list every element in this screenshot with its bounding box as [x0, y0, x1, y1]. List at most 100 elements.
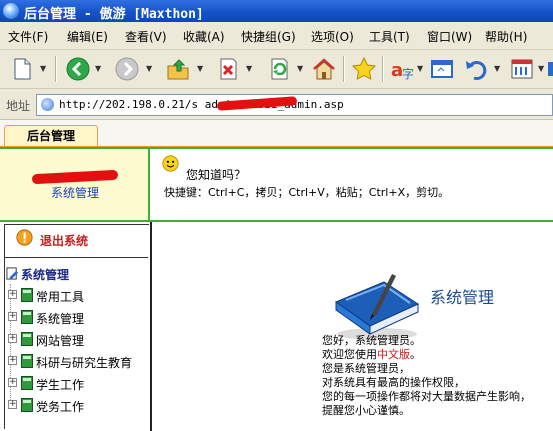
book-icon — [21, 332, 33, 346]
main-content: 系统管理 您好，系统管理员。 欢迎您使用中文版。 您是系统管理员， 对系统具有最… — [152, 222, 553, 431]
chevron-down-icon[interactable]: ▼ — [146, 64, 152, 73]
menu-help[interactable]: 帮助(H) — [485, 28, 527, 45]
expand-icon[interactable]: + — [8, 312, 17, 321]
chevron-down-icon[interactable]: ▼ — [297, 64, 303, 73]
chevron-down-icon[interactable]: ▼ — [40, 64, 46, 73]
tree-root-label[interactable]: 系统管理 — [21, 266, 69, 283]
warning-icon — [16, 229, 33, 246]
tab-strip: 后台管理 — [0, 120, 553, 148]
title-bar: 后台管理 - 傲游 [Maxthon] — [0, 0, 553, 22]
stop-icon — [220, 58, 237, 80]
menu-groups[interactable]: 快捷组(G) — [241, 28, 296, 45]
chevron-down-icon[interactable]: ▼ — [417, 64, 423, 73]
expand-icon[interactable]: + — [8, 334, 17, 343]
menu-tools[interactable]: 工具(T) — [369, 28, 410, 45]
address-label: 地址 — [6, 99, 31, 113]
star-icon — [351, 56, 377, 80]
expand-icon[interactable]: + — [8, 400, 17, 409]
sidebar: 退出系统 系统管理 + 常用工具 + 系统管理 + 网站管理 + 科研与研究生教… — [0, 222, 152, 431]
logo-text: 系统管理 — [50, 186, 99, 200]
translate-button[interactable]: a字 — [388, 55, 416, 83]
tip-text: 快捷键：Ctrl+C，拷贝；Ctrl+V，粘贴；Ctrl+X，剪切。 — [164, 186, 450, 199]
redaction-mark — [31, 169, 119, 185]
toolbar-divider — [55, 56, 57, 82]
expand-icon[interactable]: + — [8, 290, 17, 299]
tools-button[interactable] — [508, 55, 536, 83]
up-folder-icon — [167, 59, 189, 80]
forward-button[interactable] — [113, 55, 141, 83]
version-highlight: 中文版 — [377, 348, 410, 361]
tip-title: 您知道吗？ — [186, 168, 247, 182]
window-icon — [431, 60, 453, 78]
forward-arrow-icon — [115, 57, 139, 81]
book-icon — [21, 354, 33, 368]
logo-cell: 系统管理 — [0, 149, 150, 220]
chevron-down-icon[interactable]: ▼ — [197, 64, 203, 73]
sidebar-item-label[interactable]: 党务工作 — [36, 398, 84, 415]
sidebar-item-label[interactable]: 科研与研究生教育 — [36, 354, 132, 371]
welcome-prefix: 欢迎您使用 — [322, 348, 377, 361]
logout-label[interactable]: 退出系统 — [40, 232, 88, 249]
main-title: 系统管理 — [430, 288, 495, 307]
tab-admin[interactable]: 后台管理 — [4, 125, 98, 146]
undo-button[interactable] — [462, 55, 490, 83]
book-icon — [21, 310, 33, 324]
welcome-suffix: 。 — [410, 348, 421, 361]
new-page-icon — [14, 58, 31, 80]
menu-edit[interactable]: 编辑(E) — [67, 28, 108, 45]
welcome-line: 您是系统管理员， — [322, 362, 410, 375]
undo-icon — [466, 61, 487, 80]
sidebar-item-label[interactable]: 网站管理 — [36, 332, 84, 349]
divider — [4, 257, 148, 258]
book-icon — [21, 398, 33, 412]
page-header: 系统管理 您知道吗？ 快捷键：Ctrl+C，拷贝；Ctrl+V，粘贴；Ctrl+… — [0, 147, 553, 222]
sidebar-item-label[interactable]: 系统管理 — [36, 310, 84, 327]
toolbar-divider — [382, 56, 384, 82]
chevron-down-icon[interactable]: ▼ — [494, 64, 500, 73]
welcome-text: 您好，系统管理员。 欢迎您使用中文版。 您是系统管理员， 对系统具有最高的操作权… — [322, 334, 531, 418]
smiley-icon — [162, 155, 179, 172]
address-url[interactable]: http://202.198.0.21/s admin/baozi_admin.… — [59, 98, 344, 111]
toolbar-divider — [343, 56, 345, 82]
window-button[interactable] — [428, 55, 456, 83]
refresh-button[interactable] — [265, 55, 293, 83]
menu-favorites[interactable]: 收藏(A) — [183, 28, 225, 45]
window-title: 后台管理 - 傲游 [Maxthon] — [24, 7, 204, 22]
expand-icon[interactable]: + — [8, 356, 17, 365]
stop-button[interactable] — [214, 55, 242, 83]
chevron-down-icon[interactable]: ▼ — [95, 64, 101, 73]
menu-window[interactable]: 窗口(W) — [427, 28, 472, 45]
favorites-button[interactable] — [350, 55, 378, 83]
menu-view[interactable]: 查看(V) — [125, 28, 167, 45]
home-button[interactable] — [310, 55, 338, 83]
expand-icon[interactable]: + — [8, 378, 17, 387]
menu-options[interactable]: 选项(O) — [311, 28, 354, 45]
page-icon — [41, 98, 54, 111]
address-input[interactable]: http://202.198.0.21/s admin/baozi_admin.… — [36, 94, 553, 116]
sidebar-item-label[interactable]: 常用工具 — [36, 288, 84, 305]
refresh-icon — [271, 58, 288, 80]
edit-doc-icon — [6, 267, 19, 280]
chevron-down-icon[interactable]: ▼ — [538, 64, 544, 73]
sidebar-item-label[interactable]: 学生工作 — [36, 376, 84, 393]
welcome-line: 对系统具有最高的操作权限， — [322, 376, 465, 389]
book-icon — [21, 288, 33, 302]
welcome-line: 您好，系统管理员。 — [322, 334, 421, 347]
back-button[interactable] — [64, 55, 92, 83]
svg-text:字: 字 — [402, 66, 414, 81]
more-icon — [548, 62, 553, 76]
up-folder-button[interactable] — [164, 55, 192, 83]
address-bar: 地址 http://202.198.0.21/s admin/baozi_adm… — [0, 89, 553, 120]
welcome-line: 您的每一项操作都将对大量数据产生影响， — [322, 390, 531, 403]
new-page-button[interactable] — [8, 55, 36, 83]
tools-icon — [511, 59, 533, 79]
welcome-line: 提醒您小心谨慎。 — [322, 404, 410, 417]
menu-bar: 文件(F) 编辑(E) 查看(V) 收藏(A) 快捷组(G) 选项(O) 工具(… — [0, 22, 553, 50]
chevron-down-icon[interactable]: ▼ — [246, 64, 252, 73]
maxthon-logo-icon — [3, 3, 19, 19]
home-icon — [313, 58, 335, 80]
menu-file[interactable]: 文件(F) — [8, 28, 48, 45]
toolbar: ▼ ▼ ▼ ▼ ▼ ▼ a字 ▼ ▼ ▼ — [0, 50, 553, 89]
blue-book-icon — [334, 274, 420, 340]
more-toolbar-button[interactable] — [545, 55, 553, 83]
